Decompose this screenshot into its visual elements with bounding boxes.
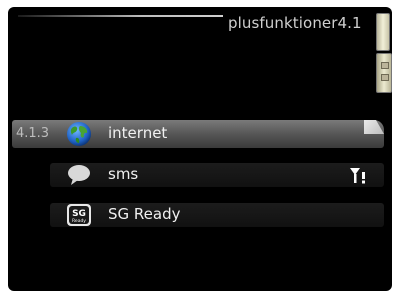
menu-item-label: sms: [108, 165, 139, 183]
menu-item-label: SG Ready: [108, 205, 181, 223]
speech-bubble-icon: [68, 165, 90, 185]
scroll-grip-icon: [381, 74, 389, 81]
sg-ready-icon-subtext: Ready: [72, 218, 86, 224]
antenna-warning-icon: [350, 168, 365, 184]
menu-title: plusfunktioner4.1: [228, 14, 362, 32]
display-screen: plusfunktioner4.1 4.1.3 internet sms SG …: [8, 7, 392, 291]
menu-item-label: internet: [108, 124, 168, 142]
menu-item-internet[interactable]: 4.1.3 internet: [12, 120, 384, 148]
sg-ready-icon: SG Ready: [67, 204, 91, 226]
sg-ready-icon-text: SG: [72, 209, 86, 219]
header-divider: [18, 15, 223, 17]
scrollbar-thumb[interactable]: [376, 53, 392, 93]
scrollbar-track-top[interactable]: [376, 13, 390, 51]
menu-item-sg-ready[interactable]: SG Ready SG Ready: [12, 201, 384, 229]
menu-item-sms[interactable]: sms: [12, 161, 384, 189]
scroll-grip-icon: [381, 62, 389, 69]
menu-item-number: 4.1.3: [16, 126, 50, 141]
row-background: [50, 163, 384, 187]
row-background: [50, 203, 384, 227]
globe-icon: [67, 122, 91, 146]
